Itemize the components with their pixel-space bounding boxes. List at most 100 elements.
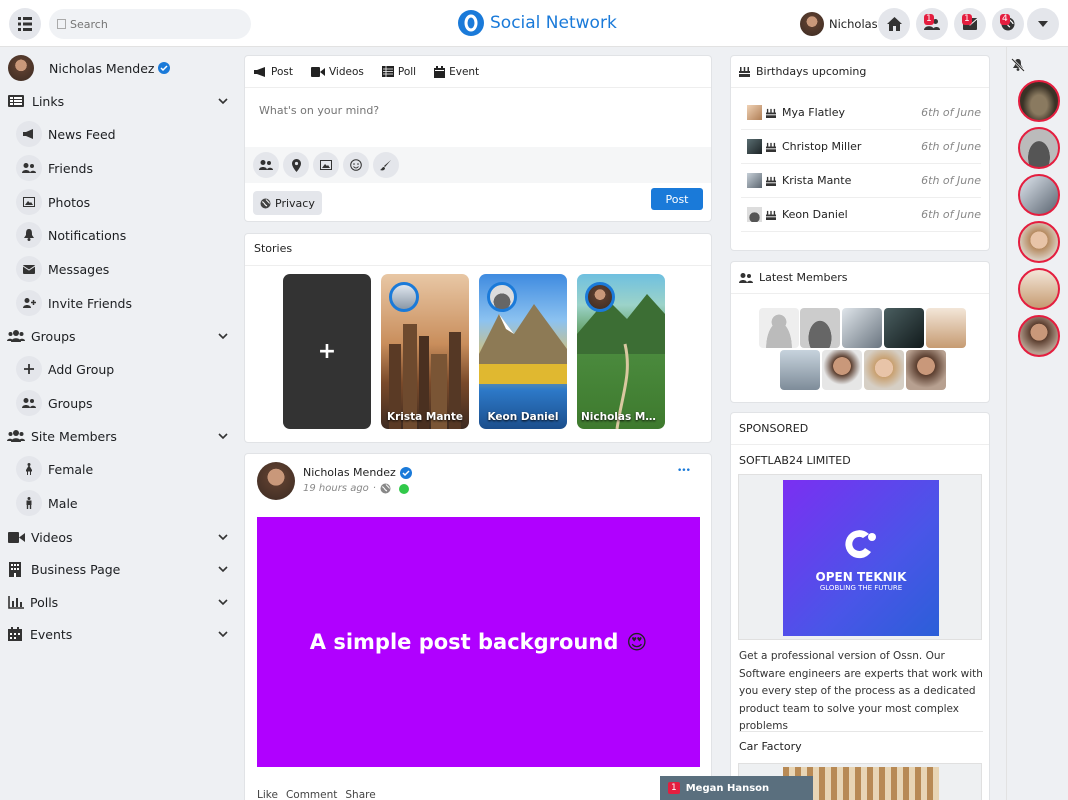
- sidebar-item-news-feed[interactable]: News Feed: [0, 121, 236, 147]
- member-avatar[interactable]: [906, 350, 946, 390]
- online-friend-avatar[interactable]: [1018, 315, 1060, 357]
- search-icon: [57, 19, 66, 29]
- tab-videos[interactable]: Videos: [310, 64, 364, 79]
- tab-event[interactable]: Event: [434, 64, 479, 79]
- image-icon: [320, 160, 332, 170]
- story-item[interactable]: Krista Mante: [381, 274, 469, 429]
- sponsored-title: SPONSORED: [731, 413, 989, 445]
- chevron-down-icon: [218, 599, 228, 606]
- image-icon: [16, 189, 42, 215]
- sidebar-item-male[interactable]: Male: [0, 490, 236, 516]
- comment-button[interactable]: Comment: [286, 789, 337, 800]
- birthday-row[interactable]: Krista Mante 6th of June: [741, 164, 981, 198]
- sidebar-section-links[interactable]: Links: [0, 92, 236, 110]
- add-story-button[interactable]: +: [283, 274, 371, 429]
- birthday-name: Mya Flatley: [782, 106, 846, 119]
- share-button[interactable]: Share: [345, 789, 375, 800]
- privacy-button[interactable]: Privacy: [253, 191, 322, 215]
- add-photo-button[interactable]: [313, 152, 339, 178]
- member-avatar[interactable]: [864, 350, 904, 390]
- envelope-icon: [16, 256, 42, 282]
- sidebar-item-groups[interactable]: Groups: [0, 390, 236, 416]
- home-button[interactable]: [878, 8, 910, 40]
- sidebar-section-groups[interactable]: Groups: [0, 327, 236, 345]
- sidebar-item-friends[interactable]: Friends: [0, 155, 236, 181]
- avatar: [747, 139, 762, 154]
- online-friend-avatar[interactable]: [1018, 127, 1060, 169]
- megaphone-icon: [16, 121, 42, 147]
- member-avatar[interactable]: [842, 308, 882, 348]
- post-time: 19 hours ago: [303, 483, 369, 494]
- section-label: Groups: [31, 328, 76, 344]
- birthday-row[interactable]: Christop Miller 6th of June: [741, 130, 981, 164]
- sidebar-section-events[interactable]: Events: [0, 625, 236, 643]
- ad-title[interactable]: Car Factory: [739, 740, 802, 753]
- user-menu[interactable]: Nicholas: [800, 12, 878, 36]
- tab-label: Videos: [328, 65, 364, 78]
- sidebar-item-female[interactable]: Female: [0, 456, 236, 482]
- sidebar-section-business-page[interactable]: Business Page: [0, 560, 236, 578]
- bell-slash-icon[interactable]: [1011, 58, 1025, 72]
- search-box[interactable]: [49, 9, 251, 39]
- emoji-button[interactable]: [343, 152, 369, 178]
- member-avatar[interactable]: [822, 350, 862, 390]
- users-icon: [739, 272, 753, 283]
- sidebar-profile[interactable]: Nicholas Mendez: [0, 55, 236, 81]
- tab-label: Post: [271, 65, 293, 78]
- sidebar-section-polls[interactable]: Polls: [0, 593, 236, 611]
- friend-requests-button[interactable]: 1: [916, 8, 948, 40]
- member-avatar[interactable]: [800, 308, 840, 348]
- menu-toggle-button[interactable]: [9, 8, 41, 40]
- ad-image-frame[interactable]: OPEN TEKNIK GLOBLING THE FUTURE: [738, 474, 982, 640]
- messages-button[interactable]: 1: [954, 8, 986, 40]
- member-avatar[interactable]: [926, 308, 966, 348]
- story-item[interactable]: Keon Daniel: [479, 274, 567, 429]
- member-avatar[interactable]: [780, 350, 820, 390]
- background-brush-button[interactable]: [373, 152, 399, 178]
- sidebar-item-photos[interactable]: Photos: [0, 189, 236, 215]
- sidebar-item-notifications[interactable]: Notifications: [0, 222, 236, 248]
- sidebar-item-add-group[interactable]: Add Group: [0, 356, 236, 382]
- list-icon: [8, 95, 24, 107]
- birthday-row[interactable]: Keon Daniel 6th of June: [741, 198, 981, 232]
- ad-title[interactable]: SOFTLAB24 LIMITED: [739, 454, 851, 467]
- post-text-input[interactable]: [251, 96, 706, 140]
- cake-icon: [766, 108, 776, 118]
- sidebar-item-label: Invite Friends: [48, 295, 132, 311]
- tag-friends-button[interactable]: [253, 152, 279, 178]
- location-button[interactable]: [283, 152, 309, 178]
- sidebar-section-site-members[interactable]: Site Members: [0, 427, 236, 445]
- like-button[interactable]: Like: [257, 789, 278, 800]
- sidebar-item-label: Male: [48, 495, 78, 511]
- tab-poll[interactable]: Poll: [381, 64, 416, 79]
- sidebar-item-messages[interactable]: Messages: [0, 256, 236, 282]
- post-options-button[interactable]: •••: [677, 466, 691, 476]
- avatar: [800, 12, 824, 36]
- sidebar-item-label: Add Group: [48, 361, 115, 377]
- tab-post[interactable]: Post: [254, 64, 293, 79]
- online-friend-avatar[interactable]: [1018, 221, 1060, 263]
- story-item[interactable]: Nicholas Men...: [577, 274, 665, 429]
- sidebar-item-label: Notifications: [48, 227, 127, 243]
- online-friend-avatar[interactable]: [1018, 174, 1060, 216]
- birthday-row[interactable]: Mya Flatley 6th of June: [741, 96, 981, 130]
- verified-icon: [399, 466, 412, 479]
- search-input[interactable]: [70, 17, 230, 31]
- brand-logo[interactable]: Social Network: [458, 10, 617, 36]
- cake-icon: [766, 142, 776, 152]
- online-friend-avatar[interactable]: [1018, 80, 1060, 122]
- sidebar-section-videos[interactable]: Videos: [0, 528, 236, 546]
- calendar-icon: [8, 627, 22, 641]
- sidebar-item-invite-friends[interactable]: Invite Friends: [0, 290, 236, 316]
- online-friend-avatar[interactable]: [1018, 268, 1060, 310]
- post-submit-button[interactable]: Post: [651, 188, 703, 210]
- avatar[interactable]: [257, 462, 295, 500]
- member-avatar[interactable]: [884, 308, 924, 348]
- friend-requests-badge: 1: [924, 14, 934, 25]
- post-composer: Post Videos Poll Event Privacy Post: [244, 55, 712, 222]
- chat-tab[interactable]: 1 Megan Hanson: [660, 776, 813, 800]
- post-author[interactable]: Nicholas Mendez: [303, 466, 396, 479]
- notifications-button[interactable]: 4: [992, 8, 1024, 40]
- member-avatar[interactable]: [759, 308, 799, 348]
- account-dropdown-button[interactable]: [1027, 8, 1059, 40]
